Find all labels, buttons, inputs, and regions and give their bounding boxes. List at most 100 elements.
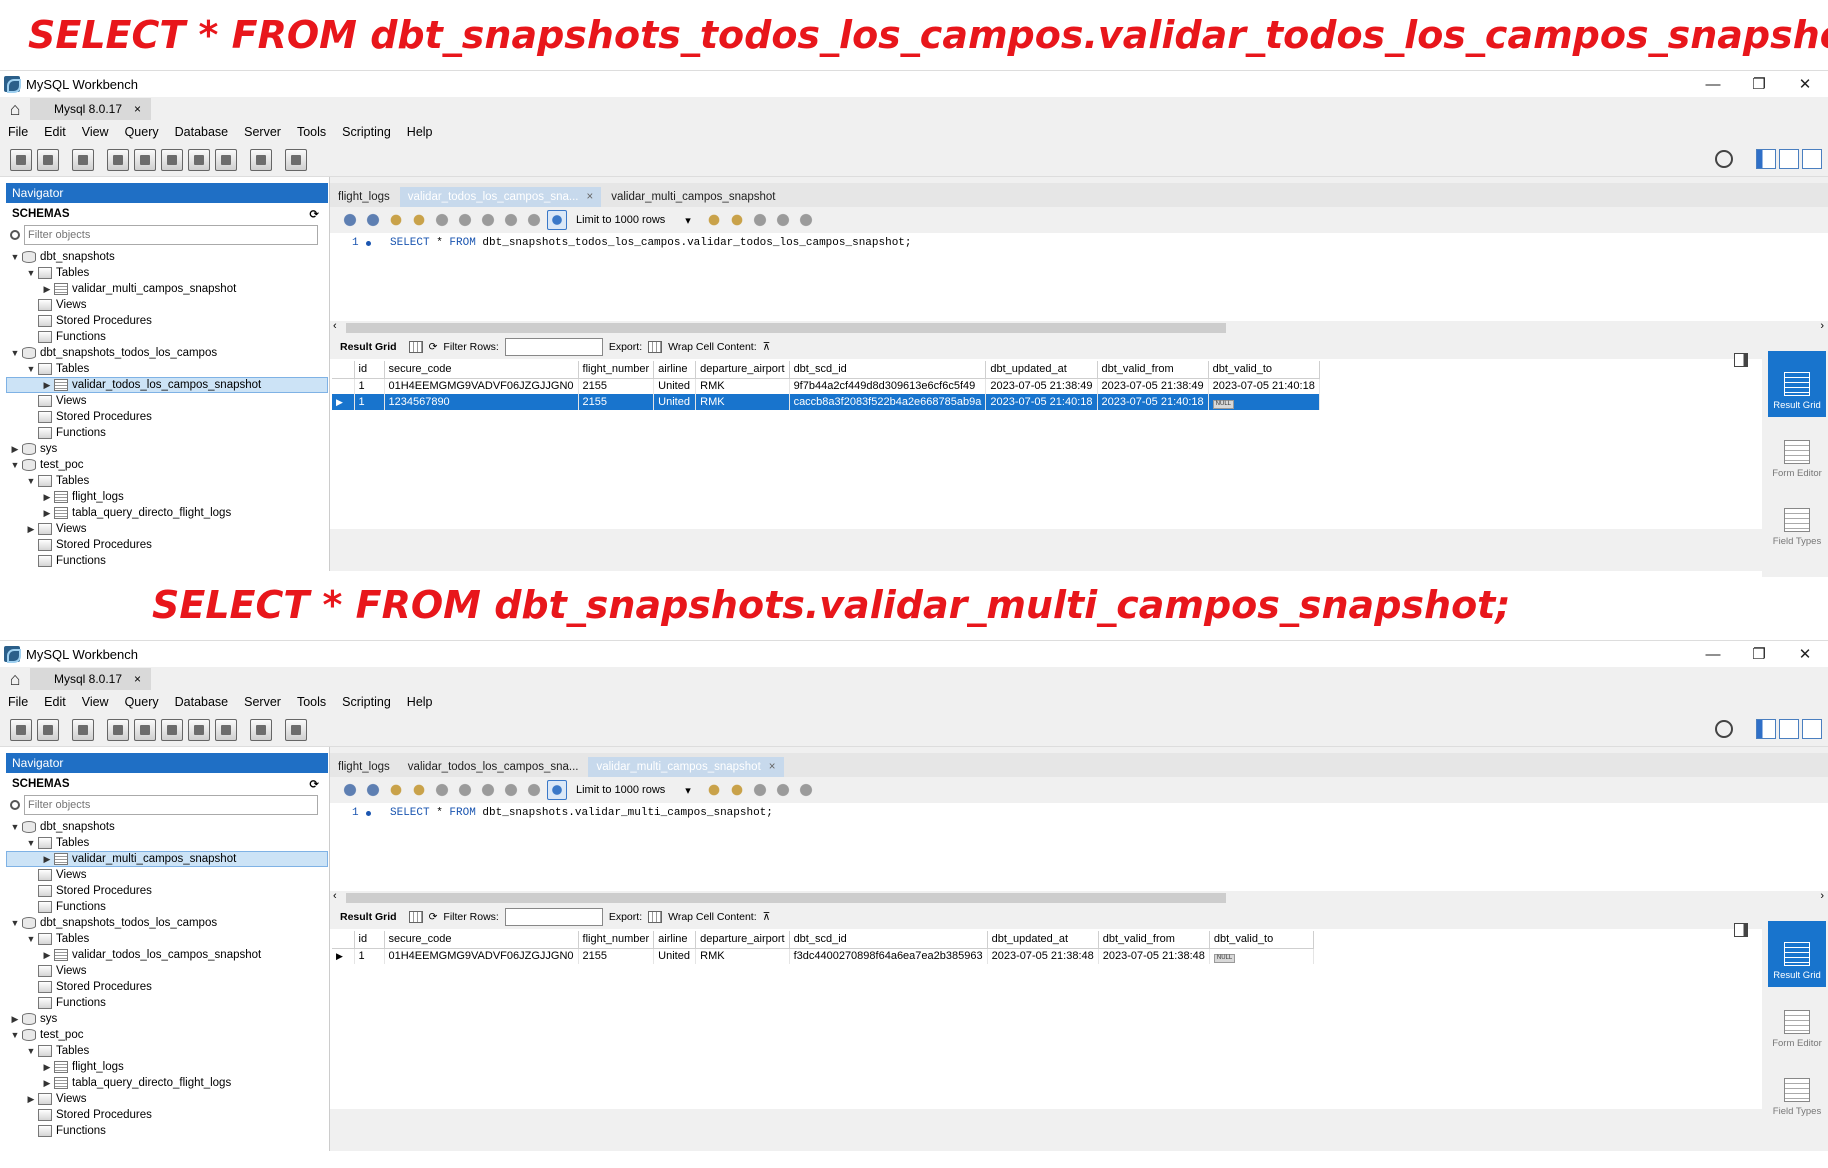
tree-node-views[interactable]: Views [0,963,329,979]
cell-id[interactable]: 1 [354,394,385,410]
tab-validar-multi[interactable]: validar_multi_campos_snapshot [603,187,783,207]
column-header-airline[interactable]: airline [653,931,697,949]
column-header-dbt-scd-id[interactable]: dbt_scd_id [789,361,987,379]
collapsed-arrow-icon[interactable]: ▶ [42,508,52,519]
stop-icon[interactable] [455,780,475,800]
cell-flight-number[interactable]: 2155 [578,394,655,410]
close-button[interactable]: ✕ [1782,71,1828,97]
tree-node-stored-procedures[interactable]: Stored Procedures [0,979,329,995]
menu-query[interactable]: Query [125,695,159,709]
expanded-arrow-icon[interactable]: ▼ [10,822,20,832]
create-table-icon[interactable] [134,718,156,741]
expanded-arrow-icon[interactable]: ▼ [26,838,36,848]
collapsed-arrow-icon[interactable]: ▶ [10,1014,20,1025]
cell-departure-airport[interactable]: RMK [695,394,790,410]
close-tab-icon[interactable]: × [134,102,141,116]
bookmark-icon[interactable] [703,780,724,800]
autocommit-icon[interactable] [547,210,567,230]
collapsed-arrow-icon[interactable]: ▶ [42,1062,52,1073]
restore-button[interactable]: ❐ [1736,641,1782,667]
cell-dbt-updated-at[interactable]: 2023-07-05 21:38:49 [985,378,1098,394]
open-file-icon[interactable] [340,780,360,800]
rollback-icon[interactable] [524,210,544,230]
open-file-icon[interactable] [340,210,360,230]
menu-help[interactable]: Help [407,125,433,139]
tree-node-dbt-snapshots-todos-los-campos[interactable]: ▼ dbt_snapshots_todos_los_campos [0,345,329,361]
tree-node-functions[interactable]: Functions [0,995,329,1011]
tab-flight-logs[interactable]: flight_logs [330,757,398,777]
grid-icon[interactable] [408,911,423,923]
tree-node-validar-todos-los-campos-snapshot[interactable]: ▶ validar_todos_los_campos_snapshot [0,947,329,963]
tree-node-views[interactable]: Views [0,393,329,409]
tree-node-views[interactable]: Views [0,867,329,883]
menu-file[interactable]: File [8,125,28,139]
tab-validar-todos[interactable]: validar_todos_los_campos_sna... × [399,187,602,207]
settings-icon[interactable] [1715,720,1733,738]
scroll-thumb[interactable] [346,323,1226,333]
menu-file[interactable]: File [8,695,28,709]
cell-dbt-scd-id[interactable]: caccb8a3f2083f522b4a2e668785ab9a [789,394,987,410]
collapsed-arrow-icon[interactable]: ▶ [42,950,52,961]
inspector-icon[interactable] [72,718,94,741]
cell-dbt-scd-id[interactable]: f3dc4400270898f64a6ea7ea2b385963 [789,948,988,964]
grid-icon[interactable] [408,341,423,353]
tree-node-tables[interactable]: ▼ Tables [0,835,329,851]
column-header-id[interactable]: id [354,361,385,379]
cell-departure-airport[interactable]: RMK [695,948,790,964]
tree-node-flight-logs[interactable]: ▶ flight_logs [0,1059,329,1075]
cell-airline[interactable]: United [653,394,697,410]
tree-node-tabla-query-directo-flight-logs[interactable]: ▶ tabla_query_directo_flight_logs [0,505,329,521]
home-icon[interactable]: ⌂ [0,97,30,121]
tree-node-functions[interactable]: Functions [0,1123,329,1139]
table-row[interactable]: 1 01H4EEMGMG9VADVF06JZGJJGN0 2155 United RMK… [332,378,1320,394]
invisible-chars-icon[interactable] [772,780,793,800]
scroll-right-icon[interactable]: › [1820,320,1824,332]
menu-view[interactable]: View [82,695,109,709]
scroll-thumb[interactable] [346,893,1226,903]
field-types-button[interactable]: Field Types [1768,487,1826,553]
tree-node-tables[interactable]: ▼ Tables [0,265,329,281]
tab-validar-multi[interactable]: validar_multi_campos_snapshot × [588,757,784,777]
column-header-dbt-scd-id[interactable]: dbt_scd_id [789,931,988,949]
find-icon[interactable] [749,210,770,230]
expanded-arrow-icon[interactable]: ▼ [26,1046,36,1056]
form-editor-button[interactable]: Form Editor [1768,419,1826,485]
wrap-icon[interactable]: ⊼ [763,911,771,923]
create-function-icon[interactable] [215,148,237,171]
column-header-id[interactable]: id [354,931,385,949]
cell-dbt-updated-at[interactable]: 2023-07-05 21:40:18 [985,394,1098,410]
expanded-arrow-icon[interactable]: ▼ [26,476,36,486]
cell-secure-code[interactable]: 01H4EEMGMG9VADVF06JZGJJGN0 [384,948,579,964]
execute-icon[interactable] [386,780,406,800]
menu-scripting[interactable]: Scripting [342,695,391,709]
create-table-icon[interactable] [134,148,156,171]
collapsed-arrow-icon[interactable]: ▶ [42,380,52,391]
create-procedure-icon[interactable] [188,718,210,741]
wrap-icon[interactable]: ⊼ [763,341,771,353]
cell-flight-number[interactable]: 2155 [578,948,655,964]
sql-editor[interactable]: 1 SELECT * FROM dbt_snapshots_todos_los_… [330,233,1828,321]
toggle-error-icon[interactable] [478,780,498,800]
collapsed-arrow-icon[interactable]: ▶ [42,284,52,295]
menu-server[interactable]: Server [244,695,281,709]
menu-query[interactable]: Query [125,125,159,139]
connection-tab[interactable]: Mysql 8.0.17 × [30,668,152,690]
export-icon[interactable] [648,911,663,923]
tree-node-stored-procedures[interactable]: Stored Procedures [0,1107,329,1123]
execute-icon[interactable] [386,210,406,230]
toggle-output-icon[interactable] [1779,719,1799,739]
expanded-arrow-icon[interactable]: ▼ [10,1030,20,1040]
cell-dbt-valid-from[interactable]: 2023-07-05 21:38:48 [1098,948,1210,964]
beautify-icon[interactable] [726,780,747,800]
menu-edit[interactable]: Edit [44,695,66,709]
wrap-lines-icon[interactable] [795,780,816,800]
column-header-dbt-valid-from[interactable]: dbt_valid_from [1098,931,1210,949]
refresh-schemas-icon[interactable]: ⟳ [309,777,319,791]
toggle-panel-icon[interactable] [1734,923,1748,937]
tree-node-flight-logs[interactable]: ▶ flight_logs [0,489,329,505]
sql-editor[interactable]: 1 SELECT * FROM dbt_snapshots.validar_mu… [330,803,1828,891]
table-row[interactable]: ▶ 1 1234567890 2155 United RMK caccb8a3f2083f5… [332,394,1320,410]
close-button[interactable]: ✕ [1782,641,1828,667]
restore-button[interactable]: ❐ [1736,71,1782,97]
menu-tools[interactable]: Tools [297,125,326,139]
